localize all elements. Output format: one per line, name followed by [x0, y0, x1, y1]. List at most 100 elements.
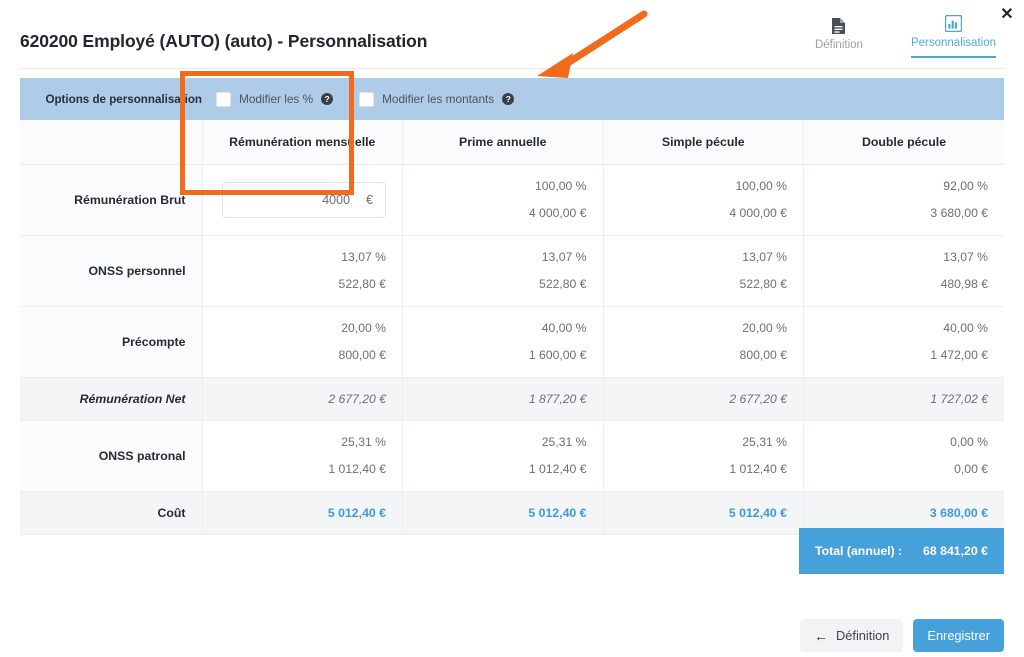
- cell-input-remuneration-mensuelle[interactable]: 4000 €: [201, 164, 403, 236]
- option-modifier-montants[interactable]: Modifier les montants ?: [359, 91, 515, 107]
- column-header-double-pecule: Double pécule: [803, 120, 1005, 165]
- cell-prime-annuelle: 13,07 % 522,80 €: [402, 235, 603, 307]
- cell-amount: 1 012,40 €: [528, 462, 587, 476]
- bar-chart-icon: [944, 14, 962, 33]
- cell-simple-pecule: 2 677,20 €: [602, 377, 804, 421]
- cell-percent: 20,00 %: [742, 321, 787, 335]
- cell-amount: 5 012,40 €: [528, 505, 587, 520]
- cell-percent: 25,31 %: [341, 435, 386, 449]
- back-to-definition-button[interactable]: ← Définition: [800, 619, 904, 652]
- cell-simple-pecule: 20,00 % 800,00 €: [602, 306, 804, 378]
- tab-personnalisation[interactable]: Personnalisation: [910, 14, 996, 58]
- cell-double-pecule: 40,00 % 1 472,00 €: [803, 306, 1005, 378]
- personnalisation-modal: ✕ Définition Personnalisation 620200 Emp…: [0, 0, 1024, 657]
- remuneration-brut-input[interactable]: 4000 €: [222, 181, 386, 218]
- arrow-left-icon: ←: [814, 627, 829, 644]
- cell-prime-annuelle: 100,00 % 4 000,00 €: [402, 164, 603, 236]
- table-row: Rémunération Brut 4000 € 100,00 % 4 000,…: [20, 164, 1005, 236]
- cell-percent: 20,00 %: [341, 321, 386, 335]
- cell-amount: 522,80 €: [338, 277, 386, 291]
- cell-amount: 0,00 €: [954, 462, 989, 476]
- cell-remuneration-mensuelle: 2 677,20 €: [201, 377, 403, 421]
- option-modifier-montants-label: Modifier les montants: [382, 92, 495, 106]
- cell-amount: 522,80 €: [739, 277, 787, 291]
- back-button-label: Définition: [836, 628, 890, 643]
- options-bar-label: Options de personnalisation: [20, 78, 202, 120]
- cell-percent: 100,00 %: [535, 179, 587, 193]
- cell-percent: 0,00 %: [950, 435, 989, 449]
- option-modifier-pct-label: Modifier les %: [239, 92, 314, 106]
- cell-simple-pecule: 13,07 % 522,80 €: [602, 235, 804, 307]
- cell-amount: 1 727,02 €: [930, 391, 989, 406]
- cell-percent: 100,00 %: [735, 179, 788, 193]
- cell-amount: 4 000,00 €: [729, 206, 787, 220]
- option-modifier-pct[interactable]: Modifier les % ?: [216, 91, 334, 107]
- column-header-remuneration-mensuelle: Rémunération mensuelle: [201, 120, 403, 165]
- total-value: 68 841,20 €: [923, 544, 988, 558]
- checkbox-modifier-pct[interactable]: [216, 91, 231, 107]
- cell-percent: 40,00 %: [541, 321, 587, 335]
- cell-amount: 1 600,00 €: [528, 348, 587, 362]
- cell-percent: 25,31 %: [541, 435, 587, 449]
- cell-remuneration-mensuelle: 13,07 % 522,80 €: [201, 235, 403, 307]
- row-label-cout: Coût: [20, 491, 202, 535]
- cell-double-pecule: 92,00 % 3 680,00 €: [803, 164, 1005, 236]
- cell-amount: 480,98 €: [940, 277, 989, 291]
- footer-actions: ← Définition Enregistrer: [800, 619, 1004, 652]
- row-label-onss-personnel: ONSS personnel: [20, 235, 202, 307]
- cell-amount: 1 472,00 €: [930, 348, 989, 362]
- checkbox-modifier-montants[interactable]: [359, 91, 375, 107]
- table-header-row: Rémunération mensuelle Prime annuelle Si…: [20, 120, 1005, 165]
- personnalisation-table: Options de personnalisation Modifier les…: [20, 78, 1005, 535]
- cell-percent: 40,00 %: [943, 321, 989, 335]
- tab-bar: Définition Personnalisation: [801, 14, 996, 58]
- cell-amount: 522,80 €: [539, 277, 587, 291]
- cell-amount: 1 012,40 €: [328, 462, 386, 476]
- cell-double-pecule: 0,00 % 0,00 €: [803, 420, 1005, 492]
- total-label: Total (annuel) :: [815, 544, 903, 558]
- cell-simple-pecule: 25,31 % 1 012,40 €: [602, 420, 804, 492]
- cell-amount: 800,00 €: [739, 348, 787, 362]
- cell-percent: 13,07 %: [943, 250, 989, 264]
- tab-definition-label: Définition: [814, 39, 863, 51]
- cell-prime-annuelle: 1 877,20 €: [402, 377, 603, 421]
- column-header-blank: [20, 120, 202, 165]
- cell-amount: 5 012,40 €: [327, 505, 386, 520]
- cell-percent: 13,07 %: [742, 250, 787, 264]
- table-row: ONSS personnel 13,07 % 522,80 € 13,07 % …: [20, 235, 1005, 307]
- tab-personnalisation-label: Personnalisation: [910, 37, 996, 49]
- cell-remuneration-mensuelle: 5 012,40 €: [201, 491, 403, 535]
- cell-amount: 2 677,20 €: [328, 391, 386, 406]
- remuneration-brut-value: 4000: [322, 192, 351, 207]
- cell-prime-annuelle: 5 012,40 €: [402, 491, 603, 535]
- cell-amount: 2 677,20 €: [729, 391, 787, 406]
- column-header-prime-annuelle: Prime annuelle: [402, 120, 603, 165]
- column-header-simple-pecule: Simple pécule: [602, 120, 804, 165]
- cell-remuneration-mensuelle: 25,31 % 1 012,40 €: [201, 420, 403, 492]
- cell-prime-annuelle: 25,31 % 1 012,40 €: [402, 420, 603, 492]
- cell-amount: 1 877,20 €: [528, 391, 587, 406]
- save-button[interactable]: Enregistrer: [913, 619, 1004, 652]
- document-icon: [831, 16, 846, 35]
- table-row: Précompte 20,00 % 800,00 € 40,00 % 1 600…: [20, 306, 1005, 378]
- options-bar-row: Options de personnalisation Modifier les…: [20, 78, 1005, 120]
- cell-simple-pecule: 5 012,40 €: [602, 491, 804, 535]
- table-row-net: Rémunération Net 2 677,20 € 1 877,20 € 2…: [20, 377, 1005, 421]
- help-icon[interactable]: ?: [321, 93, 334, 105]
- cell-double-pecule: 1 727,02 €: [803, 377, 1005, 421]
- cell-double-pecule: 13,07 % 480,98 €: [803, 235, 1005, 307]
- page-title: 620200 Employé (AUTO) (auto) - Personnal…: [20, 31, 428, 51]
- currency-symbol: €: [366, 192, 373, 207]
- row-label-remuneration-brut: Rémunération Brut: [20, 164, 202, 236]
- table-row: ONSS patronal 25,31 % 1 012,40 € 25,31 %…: [20, 420, 1005, 492]
- help-icon[interactable]: ?: [502, 93, 515, 105]
- cell-prime-annuelle: 40,00 % 1 600,00 €: [402, 306, 603, 378]
- cell-percent: 13,07 %: [341, 250, 386, 264]
- row-label-precompte: Précompte: [20, 306, 202, 378]
- cell-amount: 5 012,40 €: [728, 505, 787, 520]
- cell-percent: 25,31 %: [742, 435, 787, 449]
- cell-amount: 1 012,40 €: [729, 462, 787, 476]
- tab-definition[interactable]: Définition: [801, 16, 877, 58]
- total-badge: Total (annuel) : 68 841,20 €: [799, 528, 1004, 574]
- close-icon[interactable]: ✕: [996, 4, 1018, 26]
